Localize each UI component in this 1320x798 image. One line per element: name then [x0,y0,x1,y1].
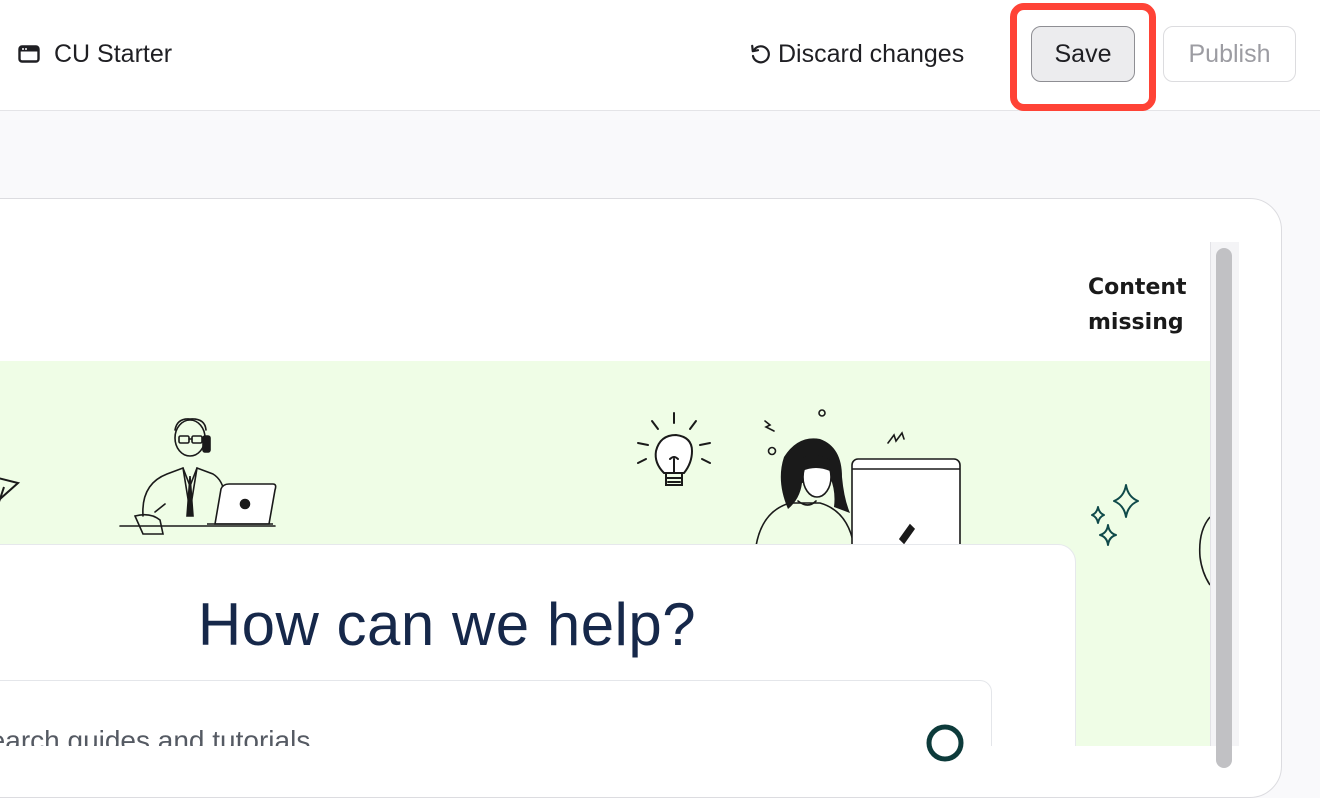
browser-window-icon [18,45,40,63]
paper-plane-icon [0,477,21,502]
search-icon[interactable] [924,722,968,766]
search-box[interactable] [0,680,992,746]
sparkle-illustration [1091,484,1139,546]
man-on-phone-illustration [119,418,277,535]
content-missing-notice: Content missing [1088,275,1187,335]
woman-at-computer-illustration [755,409,961,560]
search-input[interactable] [0,711,851,746]
site-preview: Content missing How can we help? Search … [0,242,1210,746]
publish-button[interactable]: Publish [1163,26,1296,82]
preview-scrollbar-thumb[interactable] [1216,248,1232,768]
undo-icon [748,42,772,66]
site-name[interactable]: CU Starter [18,36,172,72]
site-name-label: CU Starter [54,39,173,68]
lightbulb-illustration [637,412,711,486]
editor-toolbar: CU Starter Discard changes Save Publish [0,0,1320,111]
discard-changes-label: Discard changes [778,39,965,68]
partial-circle-illustration [1198,516,1210,586]
help-heading: How can we help? [197,591,697,658]
save-button[interactable]: Save [1031,26,1135,82]
discard-changes-button[interactable]: Discard changes [748,36,964,72]
